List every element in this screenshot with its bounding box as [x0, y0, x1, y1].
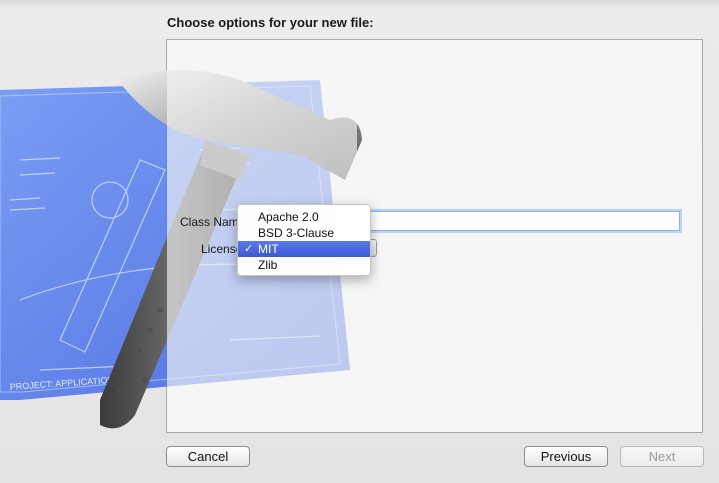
license-option-mit[interactable]: ✓ MIT [238, 241, 370, 257]
license-option-bsd[interactable]: BSD 3-Clause [238, 225, 370, 241]
next-button[interactable]: Next [620, 446, 704, 467]
checkmark-icon: ✓ [244, 243, 254, 255]
cancel-button[interactable]: Cancel [166, 446, 250, 467]
previous-button[interactable]: Previous [524, 446, 608, 467]
menu-item-label: Zlib [258, 258, 278, 272]
menu-item-label: MIT [258, 242, 279, 256]
class-name-input[interactable] [370, 211, 680, 231]
license-option-apache[interactable]: Apache 2.0 [238, 209, 370, 225]
menu-item-label: BSD 3-Clause [258, 226, 335, 240]
sheet-title: Choose options for your new file: [167, 15, 374, 30]
license-option-zlib[interactable]: Zlib [238, 257, 370, 273]
license-dropdown-menu: Apache 2.0 BSD 3-Clause ✓ MIT Zlib [237, 204, 371, 276]
class-name-label: Class Name [180, 215, 246, 229]
menu-item-label: Apache 2.0 [258, 210, 319, 224]
sheet-top-edge [0, 0, 719, 8]
